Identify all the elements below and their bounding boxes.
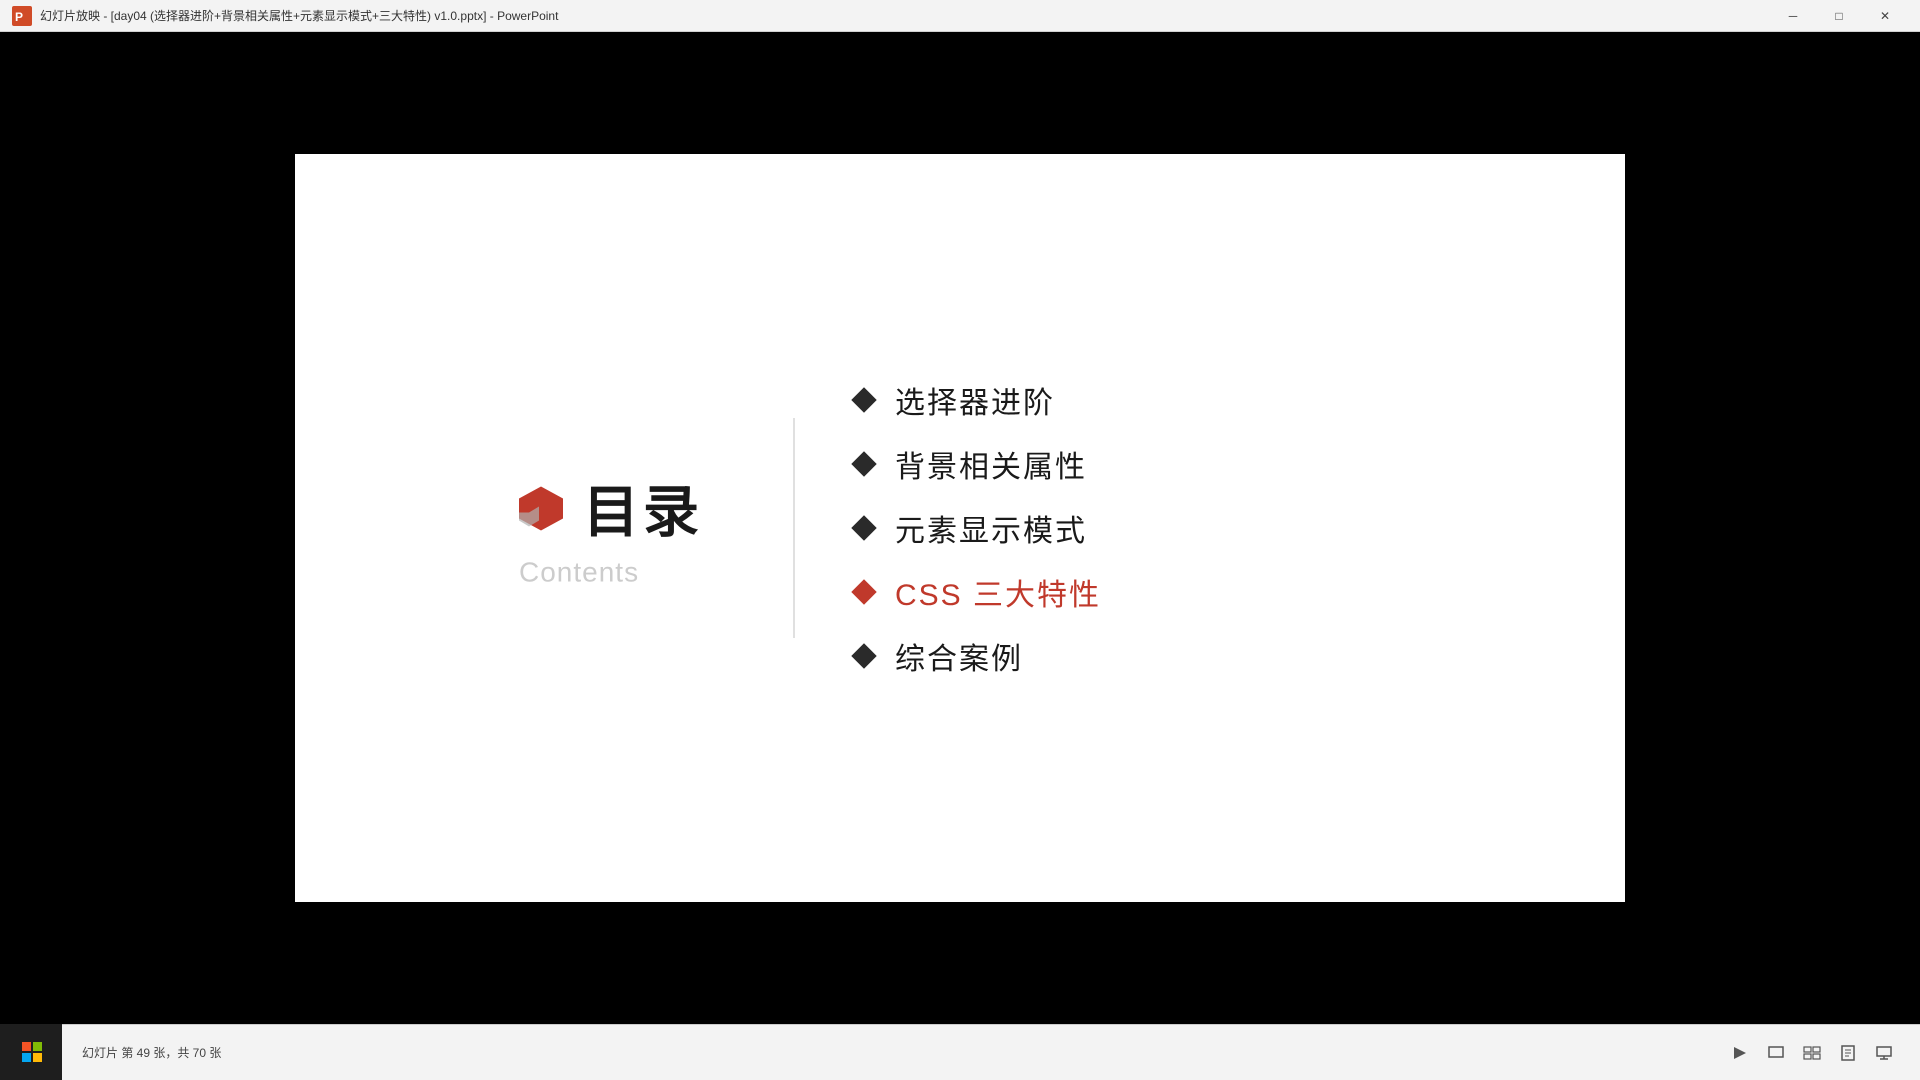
slide-display-area: 目录 Contents 选择器进阶 背景相关属性 元素显示模式 CSS 三大特: [0, 32, 1920, 1024]
window-title: 幻灯片放映 - [day04 (选择器进阶+背景相关属性+元素显示模式+三大特性…: [40, 7, 1770, 24]
app-icon: P: [12, 6, 32, 26]
status-bar: 幻灯片 第 49 张，共 70 张: [62, 1024, 1920, 1080]
list-item-2: 背景相关属性: [855, 442, 1101, 486]
list-text-5: 综合案例: [895, 634, 1023, 678]
logo-title-row: 目录: [515, 468, 703, 549]
diamond-icon-3: [851, 515, 876, 540]
list-item-4: CSS 三大特性: [855, 570, 1101, 614]
diamond-icon-1: [851, 387, 876, 412]
reading-view-button[interactable]: [1832, 1037, 1864, 1069]
list-text-2: 背景相关属性: [895, 442, 1087, 486]
right-panel: 选择器进阶 背景相关属性 元素显示模式 CSS 三大特性 综合案例: [855, 378, 1101, 678]
slide-info-text: 幻灯片 第 49 张，共 70 张: [82, 1044, 221, 1061]
status-right-icons: [1724, 1037, 1900, 1069]
list-text-3: 元素显示模式: [895, 506, 1087, 550]
left-panel: 目录 Contents: [515, 468, 703, 589]
diamond-icon-2: [851, 451, 876, 476]
windows-logo: [22, 1042, 42, 1062]
slide-view-slide-sorter-button[interactable]: [1796, 1037, 1828, 1069]
window-controls: ─ □ ✕: [1770, 0, 1908, 32]
minimize-button[interactable]: ─: [1770, 0, 1816, 32]
slideshow-from-start-button[interactable]: [1724, 1037, 1756, 1069]
list-text-1: 选择器进阶: [895, 378, 1055, 422]
list-item-1: 选择器进阶: [855, 378, 1101, 422]
sub-title: Contents: [519, 557, 639, 589]
diamond-icon-5: [851, 643, 876, 668]
hex-icon: [515, 482, 567, 534]
svg-text:P: P: [15, 10, 23, 24]
diamond-icon-4-accent: [851, 579, 876, 604]
list-item-3: 元素显示模式: [855, 506, 1101, 550]
divider: [793, 418, 795, 638]
list-text-4-accent: CSS 三大特性: [895, 570, 1101, 614]
main-title: 目录: [583, 468, 703, 549]
close-button[interactable]: ✕: [1862, 0, 1908, 32]
windows-button[interactable]: [10, 1030, 54, 1074]
list-item-5: 综合案例: [855, 634, 1101, 678]
slide: 目录 Contents 选择器进阶 背景相关属性 元素显示模式 CSS 三大特: [295, 154, 1625, 902]
titlebar: P 幻灯片放映 - [day04 (选择器进阶+背景相关属性+元素显示模式+三大…: [0, 0, 1920, 32]
taskbar: P </> 幻灯片 第 49 张，共 70 张: [0, 1024, 1920, 1080]
presenter-view-button[interactable]: [1868, 1037, 1900, 1069]
slide-view-normal-button[interactable]: [1760, 1037, 1792, 1069]
maximize-button[interactable]: □: [1816, 0, 1862, 32]
